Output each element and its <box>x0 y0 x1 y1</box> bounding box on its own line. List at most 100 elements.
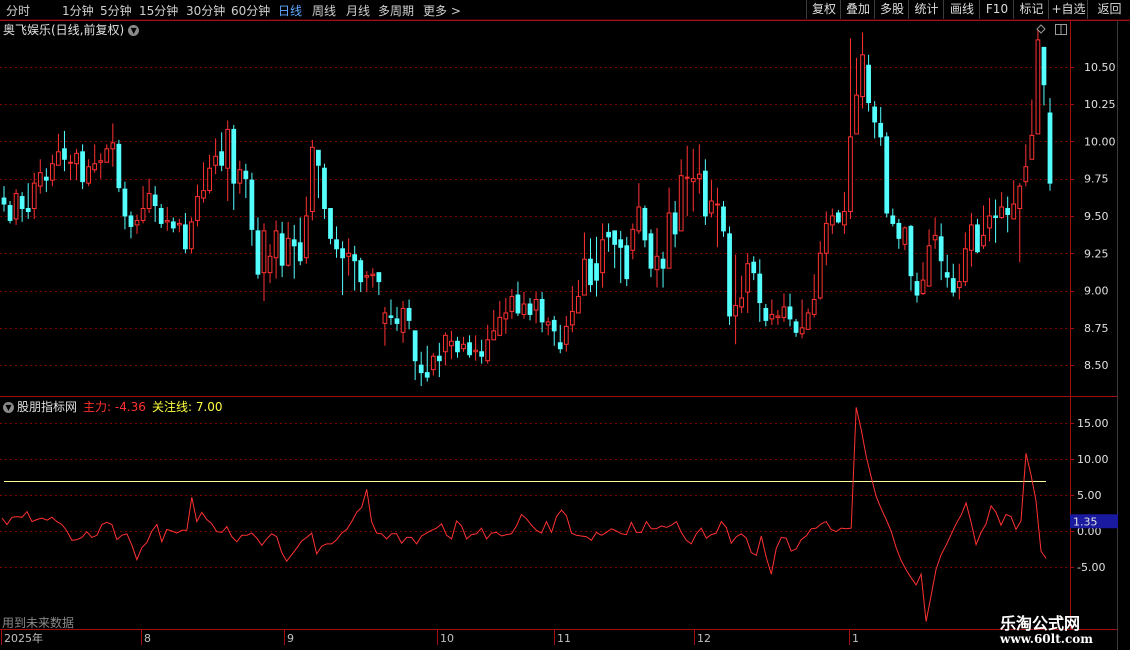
candle <box>128 211 134 239</box>
candle <box>793 318 799 337</box>
candle <box>261 223 267 302</box>
candle <box>473 335 478 361</box>
candle <box>183 212 188 254</box>
candle <box>201 162 206 203</box>
ind-y-tick-label: 5.00 <box>1077 489 1102 502</box>
candle <box>74 148 79 181</box>
candle <box>346 238 352 276</box>
candle <box>213 138 218 175</box>
candle <box>400 301 406 343</box>
candle <box>1047 98 1053 191</box>
candle <box>769 299 775 325</box>
candle <box>358 257 364 293</box>
candle <box>195 184 200 227</box>
candle <box>908 224 914 291</box>
candle <box>799 299 805 339</box>
candle <box>938 223 944 281</box>
candle <box>249 172 255 246</box>
indicator-main-value: 主力: -4.36 <box>83 400 146 414</box>
y-tick-label: 9.25 <box>1084 247 1109 260</box>
candle <box>436 342 442 378</box>
ind-y-tick-label: 10.00 <box>1077 453 1109 466</box>
candle <box>303 196 309 264</box>
candle <box>158 204 164 228</box>
candle <box>92 144 98 173</box>
candle <box>291 224 297 279</box>
candle <box>207 154 212 194</box>
candle <box>243 163 249 199</box>
candle <box>956 263 962 300</box>
candle <box>751 256 757 281</box>
candle <box>455 336 460 358</box>
candle <box>309 139 315 221</box>
candle <box>1041 46 1047 106</box>
candle <box>485 324 491 364</box>
candle <box>509 289 515 319</box>
candle <box>146 178 152 213</box>
candle <box>521 292 527 319</box>
candle <box>745 253 751 313</box>
candle <box>672 201 678 248</box>
candle <box>926 229 932 287</box>
candle <box>116 139 122 193</box>
candle <box>219 132 225 172</box>
y-tick-label: 10.25 <box>1084 98 1116 111</box>
future-data-note: 用到未来数据 <box>2 616 75 630</box>
date-label: 1 <box>852 632 859 645</box>
candle <box>491 309 497 341</box>
candle <box>569 286 575 333</box>
candle <box>684 145 690 216</box>
candle <box>98 153 104 179</box>
chart-area[interactable]: 10.5010.2510.009.759.509.259.008.758.50 … <box>0 0 1130 650</box>
candle <box>322 163 327 219</box>
chevron-down-icon[interactable]: ▼ <box>3 402 14 413</box>
candle <box>557 324 563 354</box>
candle <box>1 186 7 212</box>
indicator-title[interactable]: ▼ 股朋指标网 主力: -4.36 关注线: 7.00 <box>3 398 223 415</box>
candle <box>1017 183 1023 263</box>
candle <box>902 226 908 251</box>
candle <box>914 272 920 303</box>
candle <box>479 339 485 364</box>
candle <box>7 201 13 224</box>
candle <box>140 186 146 224</box>
candle <box>878 107 884 146</box>
candle <box>721 201 726 237</box>
candle <box>43 168 49 193</box>
candle <box>328 208 333 245</box>
candle <box>170 217 176 233</box>
date-label: 11 <box>557 632 571 645</box>
candle <box>80 144 85 190</box>
candle <box>987 198 992 242</box>
candle <box>104 144 110 163</box>
candle <box>757 259 763 322</box>
candle <box>497 301 503 336</box>
candle <box>727 226 732 325</box>
candle <box>418 351 424 387</box>
candle <box>189 217 194 254</box>
candle <box>1011 180 1017 220</box>
candle <box>68 154 73 181</box>
candle <box>255 217 261 279</box>
candle <box>1035 29 1041 135</box>
candle <box>449 330 454 360</box>
candle <box>696 144 702 194</box>
candle <box>962 232 968 287</box>
candle <box>49 154 55 187</box>
candle <box>582 232 587 296</box>
candle <box>25 183 31 219</box>
candle <box>406 299 412 330</box>
candle <box>394 306 400 331</box>
candle <box>1023 144 1029 187</box>
date-label: 12 <box>697 632 711 645</box>
candle <box>370 268 376 288</box>
candle <box>13 189 19 225</box>
candle <box>654 227 660 288</box>
candle <box>340 241 345 296</box>
candle <box>624 236 630 287</box>
date-label: 8 <box>144 632 151 645</box>
candle <box>733 254 738 345</box>
candle <box>848 38 853 219</box>
indicator-attention-value: 关注线: 7.00 <box>151 400 223 414</box>
date-label: 9 <box>287 632 294 645</box>
